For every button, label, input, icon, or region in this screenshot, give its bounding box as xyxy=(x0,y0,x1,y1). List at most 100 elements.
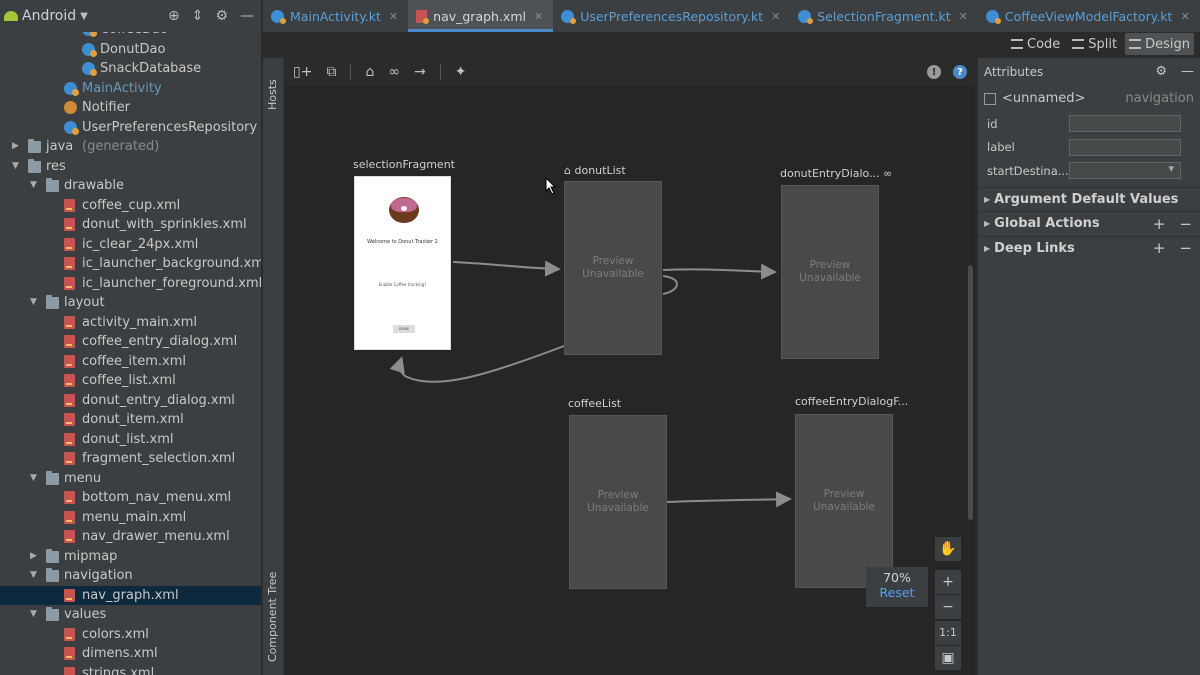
tree-item[interactable]: UserPreferencesRepository xyxy=(0,118,261,138)
design-mode-icon xyxy=(1129,39,1142,49)
tree-item[interactable]: ▶ mipmap xyxy=(0,547,261,567)
auto-arrange-icon[interactable]: ✦ xyxy=(455,64,467,80)
donut-list-destination[interactable]: Preview Unavailable xyxy=(564,181,662,355)
coffee-entry-dialog-destination[interactable]: Preview Unavailable xyxy=(795,414,893,588)
home-icon[interactable]: ⌂ xyxy=(365,64,374,80)
tree-item[interactable]: ic_launcher_background.xml xyxy=(0,254,261,274)
tree-item[interactable]: Notifier xyxy=(0,98,261,118)
tree-item[interactable]: activity_main.xml xyxy=(0,313,261,333)
canvas-vertical-scrollbar[interactable] xyxy=(968,265,973,520)
expand-triangle-icon: ▶ xyxy=(984,219,991,229)
global-actions-section[interactable]: ▶ Global Actions + − xyxy=(978,211,1200,236)
warning-icon[interactable]: ! xyxy=(927,65,941,79)
add-global-action-button[interactable]: + xyxy=(1153,215,1166,233)
remove-global-action-button[interactable]: − xyxy=(1179,215,1192,233)
close-icon[interactable]: ✕ xyxy=(771,10,780,23)
tree-item[interactable]: coffee_item.xml xyxy=(0,352,261,372)
label-input[interactable] xyxy=(1069,138,1181,156)
tree-item[interactable]: ▼ values xyxy=(0,605,261,625)
coffee-list-destination[interactable]: Preview Unavailable xyxy=(569,415,667,589)
tree-item[interactable]: strings.xml xyxy=(0,664,261,675)
expanded-arrow-icon[interactable]: ▼ xyxy=(30,566,37,586)
zoom-reset-link[interactable]: Reset xyxy=(866,585,928,600)
new-destination-icon[interactable]: ▯+ xyxy=(293,64,312,80)
editor-tab[interactable]: CoffeeViewModelFactory.kt ✕ xyxy=(978,0,1200,32)
editor-tab[interactable]: nav_graph.xml ✕ xyxy=(408,0,554,32)
expanded-arrow-icon[interactable]: ▼ xyxy=(12,157,19,177)
tree-item[interactable]: SnackDatabase xyxy=(0,59,261,79)
tree-item[interactable]: ic_launcher_foreground.xml xyxy=(0,274,261,294)
tree-item[interactable]: menu_main.xml xyxy=(0,508,261,528)
donut-entry-dialog-destination[interactable]: Preview Unavailable xyxy=(781,185,879,359)
editor-tab[interactable]: SelectionFragment.kt ✕ xyxy=(790,0,978,32)
close-icon[interactable]: ✕ xyxy=(1180,10,1189,23)
remove-deep-link-button[interactable]: − xyxy=(1179,239,1192,257)
tree-item[interactable]: coffee_cup.xml xyxy=(0,196,261,216)
hosts-tab[interactable]: Hosts xyxy=(266,79,279,110)
tree-item[interactable]: ▶ java (generated) xyxy=(0,137,261,157)
tree-item[interactable]: coffee_list.xml xyxy=(0,371,261,391)
tree-item[interactable]: colors.xml xyxy=(0,625,261,645)
component-tree-tab[interactable]: Component Tree xyxy=(266,572,279,662)
split-mode-button[interactable]: Split xyxy=(1068,33,1121,55)
tree-item[interactable]: ▼ menu xyxy=(0,469,261,489)
tree-item[interactable]: donut_entry_dialog.xml xyxy=(0,391,261,411)
tree-item[interactable]: nav_drawer_menu.xml xyxy=(0,527,261,547)
tree-item[interactable]: donut_list.xml xyxy=(0,430,261,450)
tree-item[interactable]: fragment_selection.xml xyxy=(0,449,261,469)
zoom-in-button[interactable]: + xyxy=(935,570,961,594)
gear-icon[interactable]: ⚙ xyxy=(215,8,228,24)
project-panel: CoffeeDaoDonutDaoSnackDatabaseMainActivi… xyxy=(0,0,262,675)
arrow-right-icon[interactable]: → xyxy=(414,64,426,80)
help-icon[interactable]: ? xyxy=(953,65,967,79)
tree-item[interactable]: coffee_entry_dialog.xml xyxy=(0,332,261,352)
target-icon[interactable]: ⊕ xyxy=(168,8,180,24)
tree-item[interactable]: ic_clear_24px.xml xyxy=(0,235,261,255)
tree-item[interactable]: DonutDao xyxy=(0,40,261,60)
tree-item[interactable]: nav_graph.xml xyxy=(0,585,261,605)
tree-item[interactable]: ▼ drawable xyxy=(0,176,261,196)
nested-graph-icon[interactable]: ⧉ xyxy=(326,64,336,80)
argument-defaults-section[interactable]: ▶ Argument Default Values xyxy=(978,186,1200,212)
zoom-actual-size-button[interactable]: 1:1 xyxy=(935,621,961,645)
tree-item[interactable]: donut_item.xml xyxy=(0,410,261,430)
tree-item[interactable]: ▼ res xyxy=(0,157,261,177)
tree-item[interactable]: ▼ navigation xyxy=(0,566,261,586)
expanded-arrow-icon[interactable]: ▼ xyxy=(30,293,37,313)
expanded-arrow-icon[interactable]: ▼ xyxy=(30,176,37,196)
collapse-all-icon[interactable]: ⇕ xyxy=(192,8,204,24)
kotlin-class-icon xyxy=(561,9,577,24)
editor-tab[interactable]: UserPreferencesRepository.kt ✕ xyxy=(553,0,790,32)
deep-links-section[interactable]: ▶ Deep Links + − xyxy=(978,235,1200,261)
gear-icon[interactable]: ⚙ xyxy=(1155,64,1167,79)
chevron-down-icon[interactable]: ▼ xyxy=(80,11,88,22)
project-view-selector[interactable]: Android xyxy=(22,8,76,24)
pan-hand-button[interactable]: ✋ xyxy=(935,537,961,561)
start-destination-dropdown[interactable] xyxy=(1069,162,1181,180)
selection-fragment-destination[interactable]: Welcome to Donut Tracker 2 Enable Coffee… xyxy=(354,176,451,350)
tree-item-label: coffee_entry_dialog.xml xyxy=(82,334,238,349)
expanded-arrow-icon[interactable]: ▼ xyxy=(30,605,37,625)
tree-item[interactable]: dimens.xml xyxy=(0,644,261,664)
expanded-arrow-icon[interactable]: ▼ xyxy=(30,469,37,489)
collapsed-arrow-icon[interactable]: ▶ xyxy=(12,137,19,157)
design-mode-button[interactable]: Design xyxy=(1125,33,1194,55)
zoom-to-fit-button[interactable]: ▣ xyxy=(935,646,961,670)
editor-tab[interactable]: MainActivity.kt ✕ xyxy=(263,0,408,32)
close-icon[interactable]: ✕ xyxy=(959,10,968,23)
close-icon[interactable]: ✕ xyxy=(534,10,543,23)
minimize-icon[interactable]: — xyxy=(240,8,254,24)
tree-item[interactable]: MainActivity xyxy=(0,79,261,99)
folder-icon xyxy=(46,607,59,621)
code-mode-button[interactable]: Code xyxy=(1007,33,1064,55)
collapsed-arrow-icon[interactable]: ▶ xyxy=(30,547,37,567)
link-icon[interactable]: ∞ xyxy=(388,64,400,80)
id-input[interactable] xyxy=(1069,115,1181,133)
add-deep-link-button[interactable]: + xyxy=(1153,239,1166,257)
tree-item[interactable]: donut_with_sprinkles.xml xyxy=(0,215,261,235)
zoom-out-button[interactable]: − xyxy=(935,595,961,619)
tree-item[interactable]: bottom_nav_menu.xml xyxy=(0,488,261,508)
minimize-icon[interactable]: — xyxy=(1181,64,1194,79)
close-icon[interactable]: ✕ xyxy=(389,10,398,23)
tree-item[interactable]: ▼ layout xyxy=(0,293,261,313)
